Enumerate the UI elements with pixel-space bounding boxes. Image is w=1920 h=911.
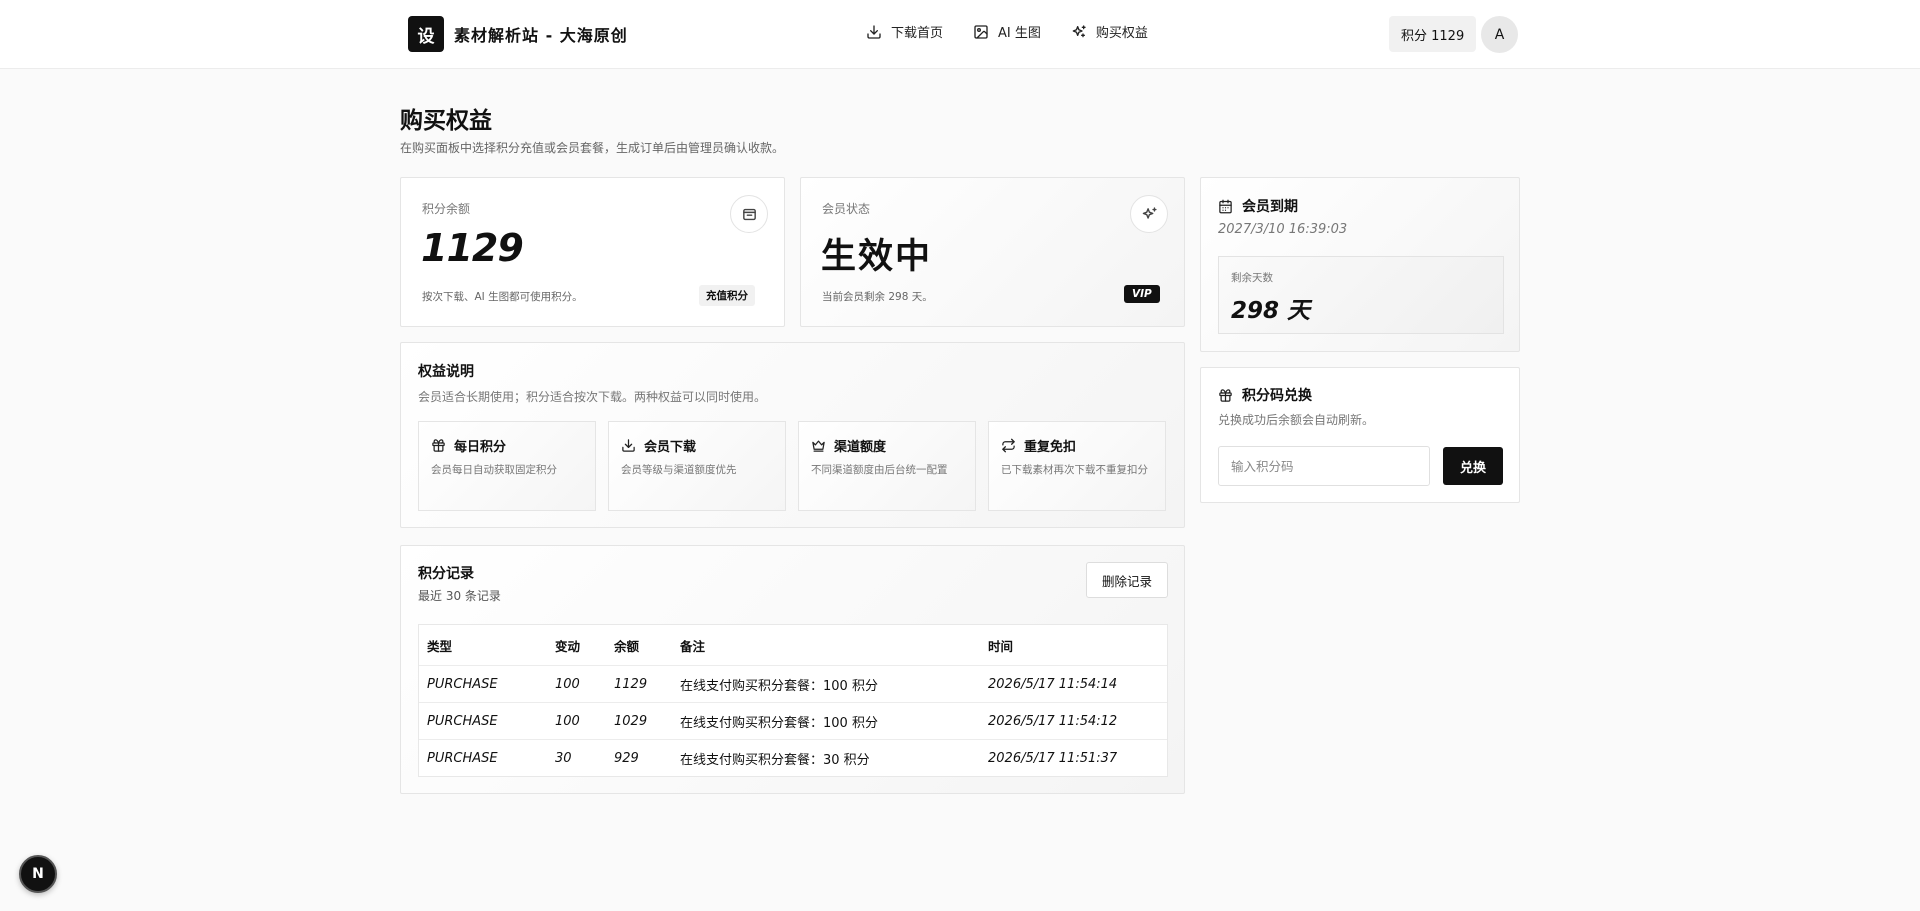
points-label: 积分余额 [422,202,471,216]
table-row: PURCHASE 30 929 在线支付购买积分套餐：30 积分 2026/5/… [419,739,1167,776]
cell-note: 在线支付购买积分套餐：100 积分 [680,678,878,694]
expiry-date: 2027/3/10 16:39:03 [1218,222,1348,237]
nav-download-home[interactable]: 下载首页 [866,22,943,41]
table-row: PURCHASE 100 1029 在线支付购买积分套餐：100 积分 2026… [419,702,1167,739]
remaining-label: 剩余天数 [1231,272,1273,284]
records-subtitle: 最近 30 条记录 [418,589,501,603]
benefit-member-download: 会员下载 会员等级与渠道额度优先 [608,421,786,511]
download-icon [867,24,881,39]
member-hint: 当前会员剩余 298 天。 [822,291,933,303]
cell-change: 100 [555,713,580,729]
top-header: 设 素材解析站 - 大海原创 下载首页 AI 生图 购买权益 积分 1129 A [0,0,1920,69]
crown-icon [812,440,825,452]
page-title: 购买权益 [400,108,492,134]
nav-label: AI 生图 [998,26,1041,41]
points-value: 1129 [421,226,524,270]
image-icon [974,24,988,39]
expiry-header: 会员到期 [1218,196,1298,216]
points-hint: 按次下载、AI 生图都可使用积分。 [422,291,583,303]
benefits-title: 权益说明 [418,364,474,380]
nav-ai-image[interactable]: AI 生图 [973,22,1041,41]
page-subtitle: 在购买面板中选择积分充值或会员套餐，生成订单后由管理员确认收款。 [400,141,785,155]
benefit-repeat-free: 重复免扣 已下载素材再次下载不重复扣分 [988,421,1166,511]
cell-type: PURCHASE [427,676,498,692]
benefit-title: 渠道额度 [834,440,887,455]
vip-badge: VIP [1124,285,1160,303]
records-title: 积分记录 [418,566,474,582]
main-nav: 下载首页 AI 生图 购买权益 [866,22,1148,41]
cell-change: 100 [555,676,580,692]
repeat-icon [1002,438,1015,453]
nav-purchase[interactable]: 购买权益 [1071,22,1148,41]
records-table: 类型 变动 余额 备注 时间 PURCHASE 100 1129 在线支付购买积… [418,624,1168,777]
benefit-title: 每日积分 [454,440,507,455]
brand-name: 素材解析站 - 大海原创 [454,26,628,45]
cell-time: 2026/5/17 11:51:37 [988,750,1118,766]
redeem-button[interactable]: 兑换 [1443,447,1503,485]
logo: 设 [408,16,444,52]
cell-note: 在线支付购买积分套餐：100 积分 [680,715,878,731]
sparkles-icon [1130,195,1168,233]
benefit-channel-quota: 渠道额度 不同渠道额度由后台统一配置 [798,421,976,511]
cell-note: 在线支付购买积分套餐：30 积分 [680,752,870,768]
calendar-icon [1219,199,1232,213]
redeem-subtitle: 兑换成功后余额会自动刷新。 [1218,413,1375,427]
benefit-desc: 不同渠道额度由后台统一配置 [811,464,948,476]
cell-time: 2026/5/17 11:54:12 [988,713,1118,729]
redeem-code-card: 积分码兑换 兑换成功后余额会自动刷新。 兑换 [1200,367,1520,503]
expiry-title: 会员到期 [1242,199,1298,215]
download-icon [622,439,635,452]
points-card: 积分余额 1129 按次下载、AI 生图都可使用积分。 充值积分 [400,177,785,327]
benefits-subtitle: 会员适合长期使用；积分适合按次下载。两种权益可以同时使用。 [418,390,767,404]
remaining-value: 298 天 [1231,298,1311,324]
dev-tools-button[interactable]: N [19,855,57,893]
redeem-header: 积分码兑换 [1218,385,1312,405]
table-header: 类型 变动 余额 备注 时间 [419,625,1167,665]
cell-type: PURCHASE [427,713,498,729]
points-badge[interactable]: 积分 1129 [1389,16,1477,52]
avatar[interactable]: A [1481,16,1518,53]
member-status-value: 生效中 [821,237,933,277]
member-label: 会员状态 [822,202,871,216]
cell-time: 2026/5/17 11:54:14 [988,676,1118,692]
gift-icon [432,439,445,452]
benefit-desc: 会员等级与渠道额度优先 [621,464,737,476]
column-header: 余额 [614,638,640,654]
benefit-title: 重复免扣 [1024,440,1077,455]
member-status-card: 会员状态 生效中 当前会员剩余 298 天。 VIP [800,177,1185,327]
column-header: 时间 [988,638,1014,654]
cell-balance: 1129 [614,676,648,692]
benefit-daily-points: 每日积分 会员每日自动获取固定积分 [418,421,596,511]
table-row: PURCHASE 100 1129 在线支付购买积分套餐：100 积分 2026… [419,665,1167,702]
column-header: 备注 [680,638,706,654]
points-records-card: 积分记录 最近 30 条记录 删除记录 类型 变动 余额 备注 时间 PURCH… [400,545,1185,794]
sparkles-icon [1072,24,1086,37]
redeem-code-input[interactable] [1218,446,1430,486]
remaining-days-box: 剩余天数 298 天 [1218,256,1504,334]
gift-icon [1219,388,1232,402]
recharge-points-tag[interactable]: 充值积分 [699,285,755,306]
cell-balance: 929 [614,750,639,766]
wallet-icon [730,195,768,233]
cell-change: 30 [555,750,572,766]
column-header: 变动 [555,638,581,654]
column-header: 类型 [427,638,453,654]
nav-label: 下载首页 [891,26,944,41]
membership-expiry-card: 会员到期 2027/3/10 16:39:03 剩余天数 298 天 [1200,177,1520,352]
nav-label: 购买权益 [1095,26,1148,41]
benefits-card: 权益说明 会员适合长期使用；积分适合按次下载。两种权益可以同时使用。 每日积分 … [400,342,1185,528]
brand[interactable]: 设 素材解析站 - 大海原创 [408,16,628,52]
redeem-title: 积分码兑换 [1242,388,1312,404]
benefit-desc: 会员每日自动获取固定积分 [431,464,557,476]
delete-records-button[interactable]: 删除记录 [1086,562,1168,598]
benefit-title: 会员下载 [644,440,697,455]
benefit-desc: 已下载素材再次下载不重复扣分 [1001,464,1148,476]
cell-balance: 1029 [614,713,648,729]
cell-type: PURCHASE [427,750,498,766]
